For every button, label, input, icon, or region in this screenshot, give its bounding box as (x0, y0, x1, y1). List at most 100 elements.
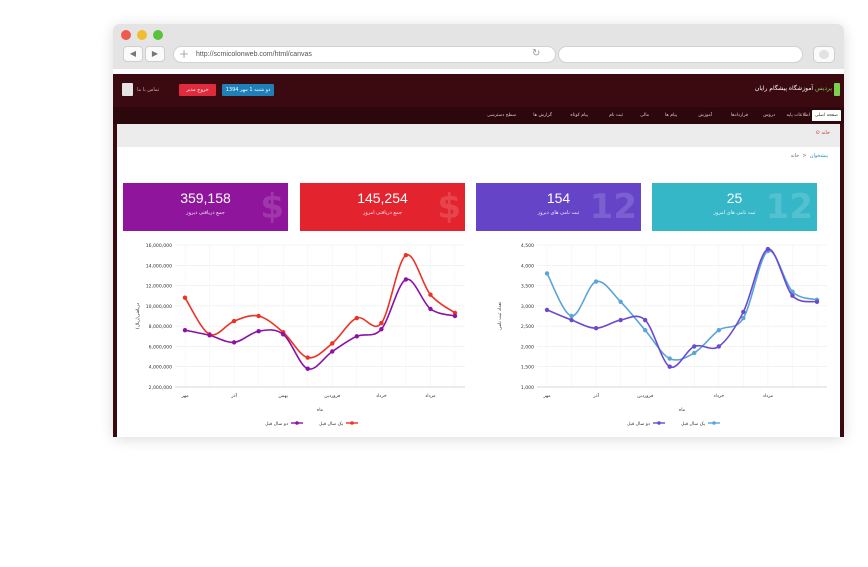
minimize-window-button[interactable] (137, 30, 147, 40)
legend-label[interactable]: یک سال قبل (319, 421, 344, 427)
breadcrumb-home[interactable]: خانه (791, 153, 800, 159)
exit-button[interactable]: خروج مدیر (179, 84, 216, 96)
maximize-window-button[interactable] (153, 30, 163, 40)
y-tick-label: 4,000,000 (149, 365, 172, 371)
legend-label[interactable]: یک سال قبل (681, 421, 706, 427)
data-point[interactable] (379, 320, 384, 326)
data-point[interactable] (716, 328, 722, 333)
close-window-button[interactable] (121, 30, 131, 40)
y-tick-label: 1,500 (521, 365, 534, 371)
reload-icon[interactable]: ↻ (532, 47, 540, 61)
sub-toolbar: ⊙ خانه (117, 124, 840, 147)
y-tick-label: 4,500 (521, 243, 534, 249)
data-point[interactable] (667, 356, 672, 361)
data-point[interactable] (305, 366, 310, 371)
stat-label: جمع دریافتی دیروز (186, 210, 225, 216)
tab-home[interactable]: صفحه اصلی (811, 110, 841, 121)
data-point[interactable] (305, 355, 310, 360)
x-tick-label: فروردین (637, 394, 653, 399)
tab-school[interactable]: آموزش (695, 110, 715, 121)
series-line (184, 278, 456, 370)
data-point[interactable] (790, 293, 795, 298)
legend-label[interactable]: دو سال قبل (627, 422, 650, 427)
data-point[interactable] (642, 317, 648, 323)
data-point[interactable] (379, 326, 384, 332)
stat-card-today-income: $ 145,254 جمع دریافتی امروز (300, 183, 465, 231)
data-point[interactable] (642, 328, 648, 333)
tab-pen[interactable]: قراردادها (728, 110, 751, 121)
support-link[interactable]: تماس با ما (137, 87, 159, 93)
stat-label: ثبت نامی های دیروز (537, 210, 580, 216)
tab-money[interactable]: مالی (637, 110, 652, 121)
home-shortcut[interactable]: ⊙ خانه (816, 130, 830, 136)
data-point[interactable] (354, 315, 360, 321)
data-point[interactable] (569, 313, 574, 319)
back-button[interactable]: ◀ (123, 46, 143, 62)
data-point[interactable] (280, 332, 286, 337)
x-tick-label: مرداد (425, 394, 436, 399)
data-point[interactable] (544, 307, 550, 313)
data-point[interactable] (231, 340, 237, 345)
x-tick-label: مهر (542, 394, 551, 399)
tab-tools[interactable]: اطلاعات پایه (783, 110, 813, 121)
data-point[interactable] (618, 299, 623, 304)
y-tick-label: 3,500 (521, 284, 534, 290)
data-point[interactable] (765, 246, 771, 252)
x-tick-label: مهر (180, 394, 189, 399)
data-point[interactable] (814, 299, 820, 304)
data-point[interactable] (428, 292, 433, 297)
stat-label: جمع دریافتی امروز (362, 210, 403, 216)
data-point[interactable] (569, 317, 574, 323)
data-point[interactable] (231, 318, 237, 324)
data-point[interactable] (256, 329, 261, 334)
data-point[interactable] (593, 325, 599, 331)
data-point[interactable] (403, 252, 409, 258)
y-tick-label: 12,000,000 (146, 284, 172, 290)
data-point[interactable] (428, 306, 433, 312)
stat-value: 154 (546, 190, 571, 206)
x-axis-label: ماه (317, 408, 324, 413)
data-point[interactable] (544, 271, 550, 276)
tab-sms[interactable]: پیام کوتاه (567, 110, 591, 121)
search-bar[interactable] (558, 46, 803, 63)
data-point[interactable] (330, 349, 335, 354)
legend-marker (712, 421, 716, 425)
url-text: http://scmicolonweb.com/html/canvas (196, 51, 312, 58)
data-point[interactable] (182, 328, 188, 333)
tab-lock[interactable]: سطح دسترسی (484, 110, 519, 121)
y-tick-label: 1,000 (521, 385, 534, 391)
tab-message[interactable]: پیام ها (662, 110, 680, 121)
data-point[interactable] (741, 309, 746, 315)
legend-marker (350, 421, 354, 425)
address-bar[interactable]: http://scmicolonweb.com/html/canvas (173, 46, 556, 63)
y-axis-label: دریافتی(ریال) (135, 303, 141, 329)
forward-button[interactable]: ▶ (145, 46, 165, 62)
tab-user[interactable]: ثبت نام (606, 110, 626, 121)
avatar[interactable] (122, 83, 133, 96)
brand: پردیس آموزشگاه پیشگام رایان (755, 85, 832, 92)
data-point[interactable] (692, 344, 697, 349)
tab-report[interactable]: گزارش ها (530, 110, 555, 121)
data-point[interactable] (182, 295, 188, 300)
x-tick-label: آذر (592, 393, 599, 399)
data-point[interactable] (593, 279, 599, 284)
date-badge: دو شنبه 1 مهر 1394 (222, 84, 274, 96)
data-point[interactable] (618, 317, 623, 323)
stat-value: 359,158 (180, 190, 231, 206)
extension-button[interactable] (813, 46, 835, 63)
tab-book[interactable]: دروس (760, 110, 778, 121)
data-point[interactable] (256, 313, 261, 319)
legend-label[interactable]: دو سال قبل (265, 422, 288, 427)
data-point[interactable] (452, 313, 458, 319)
data-point[interactable] (354, 334, 360, 339)
data-point[interactable] (692, 350, 697, 356)
data-point[interactable] (716, 344, 722, 349)
data-point[interactable] (667, 364, 672, 369)
brand-subtitle: آموزشگاه پیشگام رایان (754, 85, 814, 92)
y-tick-label: 4,000 (521, 263, 534, 269)
data-point[interactable] (403, 277, 409, 282)
x-axis-label: ماه (679, 408, 686, 413)
data-point[interactable] (330, 341, 335, 346)
data-point[interactable] (207, 333, 212, 338)
income-chart: 2,000,000 4,000,000 6,000,000 8,000,000 10,0… (135, 243, 465, 427)
